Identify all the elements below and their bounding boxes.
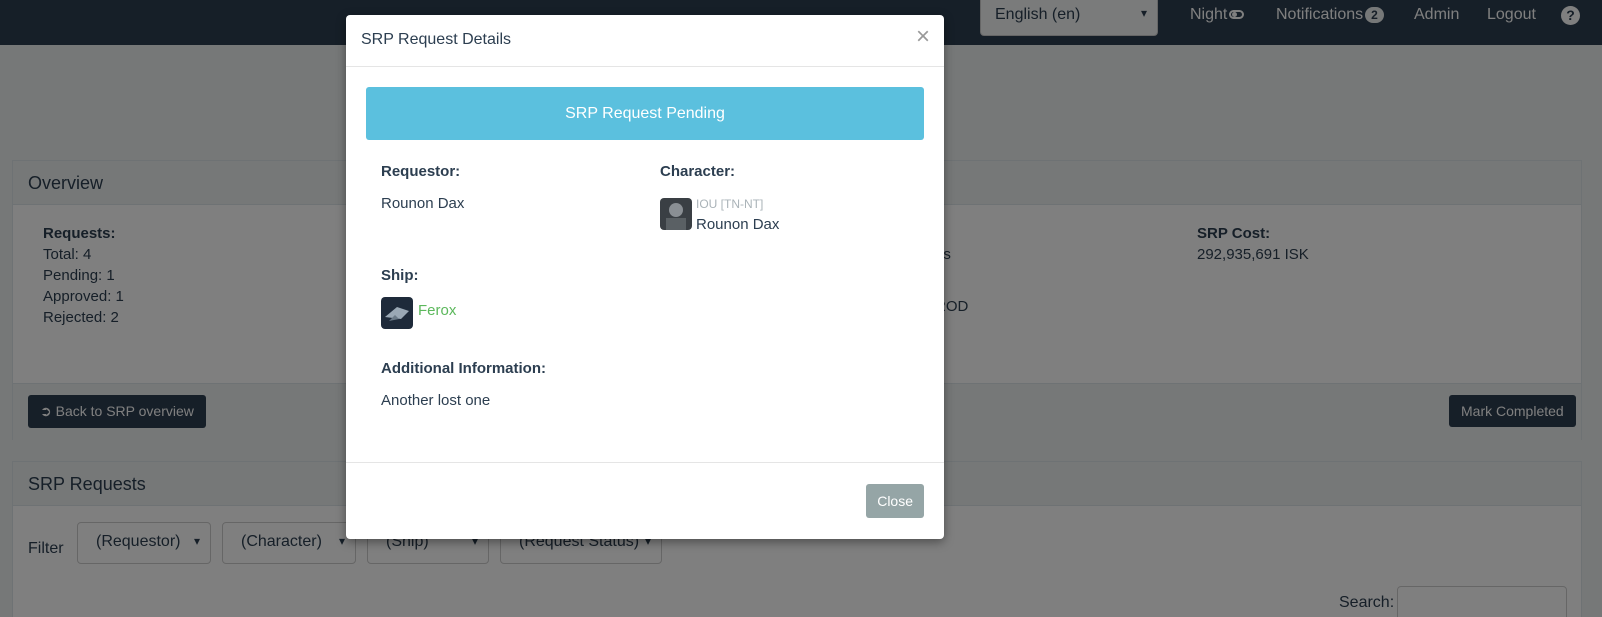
ship-label: Ship:	[381, 267, 419, 284]
requestor-value: Rounon Dax	[381, 195, 465, 212]
character-avatar	[660, 198, 692, 230]
additional-info-value: Another lost one	[381, 392, 491, 409]
srp-request-details-modal: SRP Request Details × SRP Request Pendin…	[346, 15, 944, 539]
ship-icon	[381, 297, 413, 329]
status-banner: SRP Request Pending	[366, 87, 924, 140]
close-button[interactable]: Close	[866, 484, 924, 518]
close-icon[interactable]: ×	[916, 25, 930, 49]
modal-footer: Close	[346, 462, 944, 539]
ship-link[interactable]: Ferox	[418, 302, 456, 319]
character-name: Rounon Dax	[696, 216, 780, 233]
character-label: Character:	[660, 163, 736, 180]
modal-title: SRP Request Details	[361, 31, 511, 48]
additional-info-label: Additional Information:	[381, 360, 546, 377]
character-corp-tag: IOU [TN-NT]	[696, 197, 764, 211]
requestor-label: Requestor:	[381, 163, 461, 180]
modal-header: SRP Request Details ×	[346, 15, 944, 67]
